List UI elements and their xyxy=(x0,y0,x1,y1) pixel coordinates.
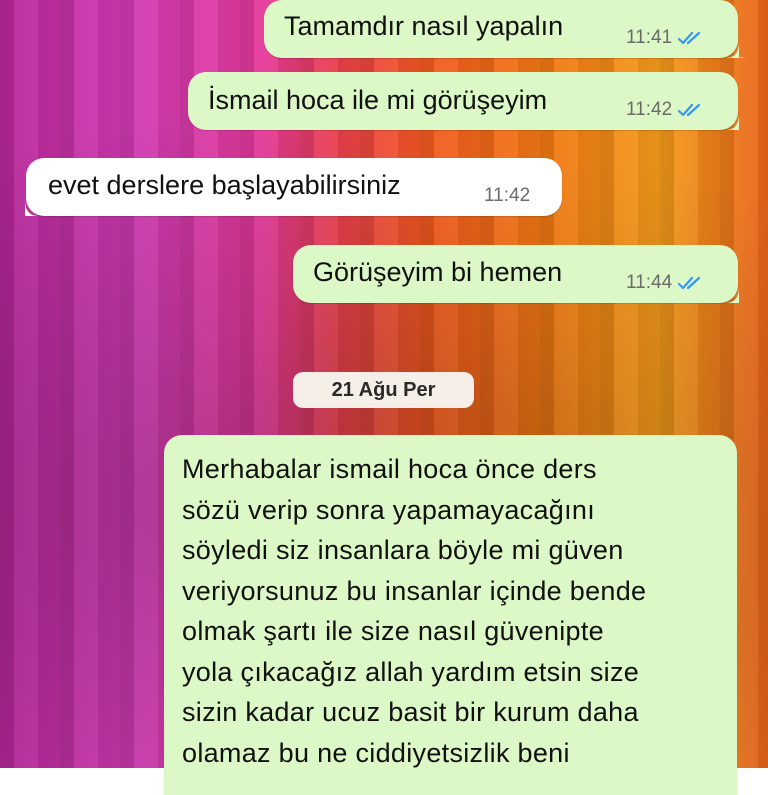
message-meta: 11:41 xyxy=(626,27,706,49)
message-meta: 11:44 xyxy=(626,272,706,294)
bubble-tail xyxy=(725,42,745,58)
message-bubble-incoming[interactable]: evet derslere başlayabilirsiniz 11:42 xyxy=(25,158,562,216)
double-check-icon xyxy=(678,276,701,290)
message-time: 11:42 xyxy=(484,185,531,206)
double-check-icon xyxy=(678,103,701,117)
double-check-icon xyxy=(678,31,701,45)
message-text-long: Merhabalar ismail hoca önce ders sözü ve… xyxy=(182,449,727,773)
message-text: İsmail hoca ile mi görüşeyim xyxy=(208,85,548,115)
message-line: sizin kadar ucuz basit bir kurum daha xyxy=(182,697,639,727)
message-time: 11:42 xyxy=(626,99,673,120)
date-divider: 21 Ağu Per xyxy=(293,372,474,408)
message-meta: 11:42 xyxy=(484,185,530,207)
message-text: Tamamdır nasıl yapalın xyxy=(284,11,564,41)
message-bubble-outgoing[interactable]: Tamamdır nasıl yapalın 11:41 xyxy=(264,0,745,58)
message-bubble-outgoing[interactable]: İsmail hoca ile mi görüşeyim 11:42 xyxy=(188,72,739,130)
message-line: veriyorsunuz bu insanlar içinde bende xyxy=(182,575,647,606)
message-line: Merhabalar ismail hoca önce ders xyxy=(182,454,597,484)
bubble-tail xyxy=(25,200,39,216)
bubble-tail xyxy=(725,114,739,130)
message-meta: 11:42 xyxy=(626,99,706,121)
message-time: 11:41 xyxy=(626,27,673,48)
message-line: olamaz bu ne ciddiyetsizlik beni xyxy=(182,737,570,768)
message-time: 11:44 xyxy=(626,272,673,293)
bubble-tail xyxy=(725,287,739,303)
message-line: yola çıkacağız allah yardım etsin size xyxy=(182,656,640,687)
message-line: sözü verip sonra yapamayacağını xyxy=(182,494,596,525)
message-bubble-outgoing[interactable]: Görüşeyim bi hemen 11:44 xyxy=(293,245,739,303)
message-line: olmak şartı ile size nasıl güvenipte xyxy=(182,616,604,646)
message-bubble-outgoing-long[interactable]: Merhabalar ismail hoca önce ders sözü ve… xyxy=(164,435,737,795)
message-text: Görüşeyim bi hemen xyxy=(313,257,563,287)
message-line: söyledi siz insanlara böyle mi güven xyxy=(182,535,624,565)
message-text: evet derslere başlayabilirsiniz xyxy=(48,170,401,200)
